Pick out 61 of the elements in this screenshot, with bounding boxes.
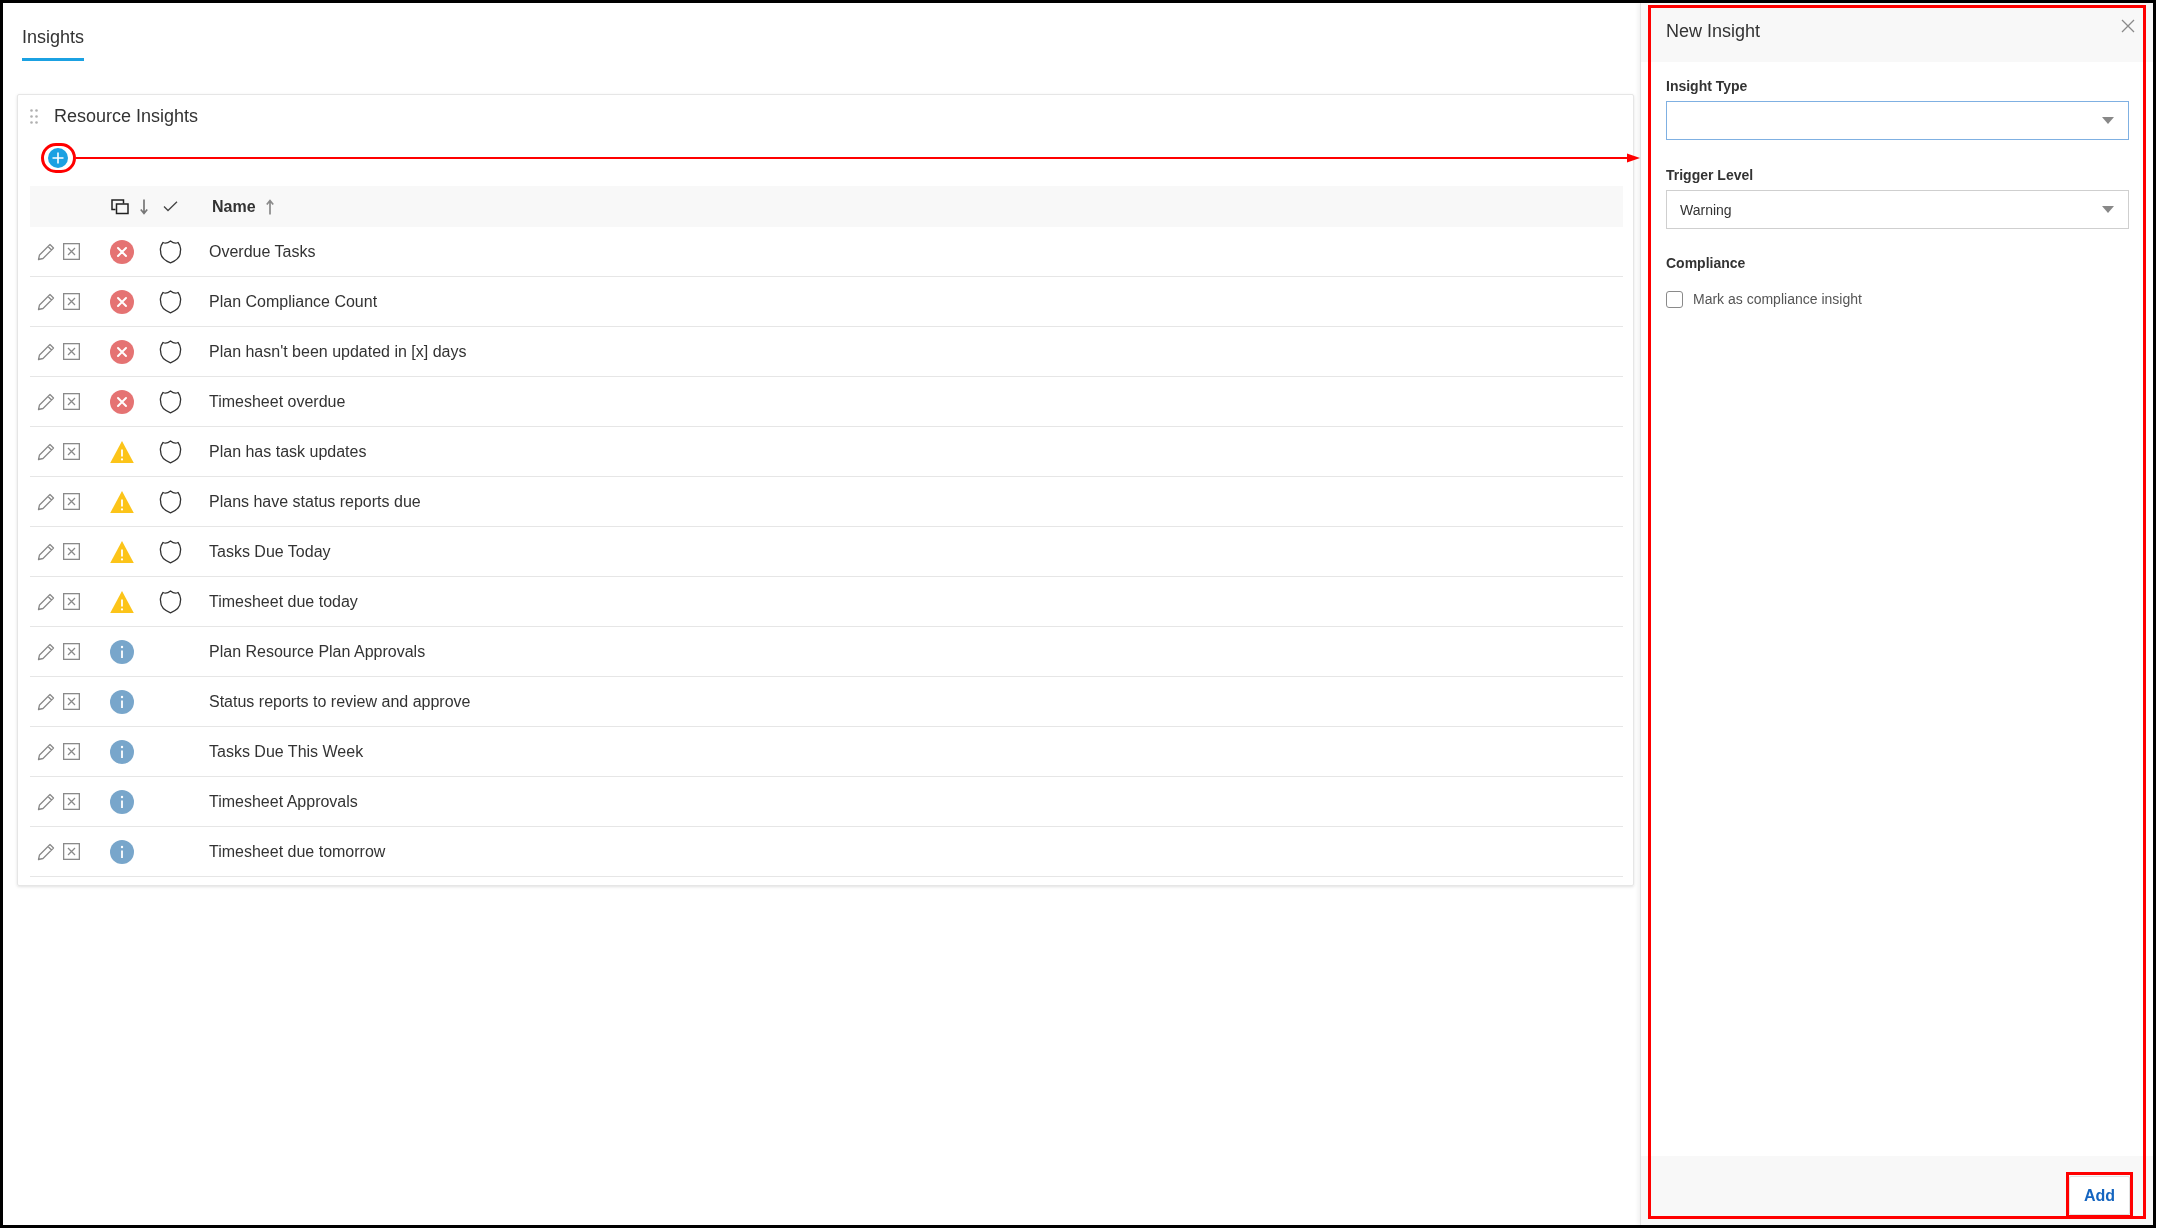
x-square-icon[interactable] xyxy=(63,343,80,360)
card-title: Resource Insights xyxy=(54,105,199,128)
x-square-icon[interactable] xyxy=(63,743,80,760)
pencil-icon[interactable] xyxy=(36,291,56,312)
insight-name: Timesheet due today xyxy=(209,592,358,610)
pencil-icon[interactable] xyxy=(36,441,56,462)
x-square-icon[interactable] xyxy=(63,243,80,260)
insight-name: Status reports to review and approve xyxy=(209,692,471,710)
pencil-icon[interactable] xyxy=(36,391,56,412)
x-square-icon[interactable] xyxy=(63,293,80,310)
insight-name: Timesheet overdue xyxy=(209,392,346,410)
highlight-ring xyxy=(41,143,76,173)
pencil-icon[interactable] xyxy=(36,841,56,862)
insight-name: Tasks Due Today xyxy=(209,542,331,560)
caret-icon xyxy=(2102,206,2114,213)
add-button[interactable]: Add xyxy=(2069,1176,2130,1215)
insight-name: Timesheet Approvals xyxy=(209,792,358,810)
checkbox[interactable] xyxy=(1666,290,1683,308)
pencil-icon[interactable] xyxy=(36,691,56,712)
x-square-icon[interactable] xyxy=(63,393,80,410)
pencil-icon[interactable] xyxy=(36,641,56,662)
dropdown[interactable] xyxy=(1666,101,2129,140)
plus-circle-icon[interactable] xyxy=(48,148,68,168)
dropdown[interactable]: Warning xyxy=(1666,190,2129,229)
stacked-squares-icon xyxy=(111,198,129,215)
insight-name: Plan Resource Plan Approvals xyxy=(209,642,426,660)
insight-name: Tasks Due This Week xyxy=(209,742,364,760)
tab[interactable]: Insights xyxy=(22,3,85,61)
insight-name: Timesheet due tomorrow xyxy=(209,842,386,860)
panel-title: New Insight xyxy=(1666,20,1761,43)
insight-name: Plans have status reports due xyxy=(209,492,421,510)
insight-name: Plan Compliance Count xyxy=(209,292,378,310)
caret-icon xyxy=(2102,117,2114,124)
pencil-icon[interactable] xyxy=(36,591,56,612)
close-icon[interactable] xyxy=(2121,19,2135,33)
x-square-icon[interactable] xyxy=(63,493,80,510)
column-header[interactable]: Name xyxy=(212,195,256,218)
checkbox-label: Mark as compliance insight xyxy=(1693,290,1862,309)
field-label: Insight Type xyxy=(1666,77,1749,96)
x-square-icon[interactable] xyxy=(63,843,80,860)
pencil-icon[interactable] xyxy=(36,541,56,562)
x-square-icon[interactable] xyxy=(63,643,80,660)
x-square-icon[interactable] xyxy=(63,593,80,610)
pencil-icon[interactable] xyxy=(36,491,56,512)
sort-arrow-icon[interactable] xyxy=(140,198,148,215)
pencil-icon[interactable] xyxy=(36,791,56,812)
pencil-icon[interactable] xyxy=(36,341,56,362)
sort-arrow-icon[interactable] xyxy=(265,198,274,215)
insight-name: Plan has task updates xyxy=(209,442,367,460)
pencil-icon[interactable] xyxy=(36,741,56,762)
x-square-icon[interactable] xyxy=(63,543,80,560)
field-label: Trigger Level xyxy=(1666,166,1755,185)
checkmark-icon xyxy=(163,201,178,212)
x-square-icon[interactable] xyxy=(63,693,80,710)
insight-name: Plan hasn't been updated in [x] days xyxy=(209,342,467,360)
x-square-icon[interactable] xyxy=(63,793,80,810)
pencil-icon[interactable] xyxy=(36,241,56,262)
drag-handle-icon[interactable] xyxy=(30,108,38,124)
insight-name: Overdue Tasks xyxy=(209,242,316,260)
field-label: Compliance xyxy=(1666,254,1747,273)
x-square-icon[interactable] xyxy=(63,443,80,460)
